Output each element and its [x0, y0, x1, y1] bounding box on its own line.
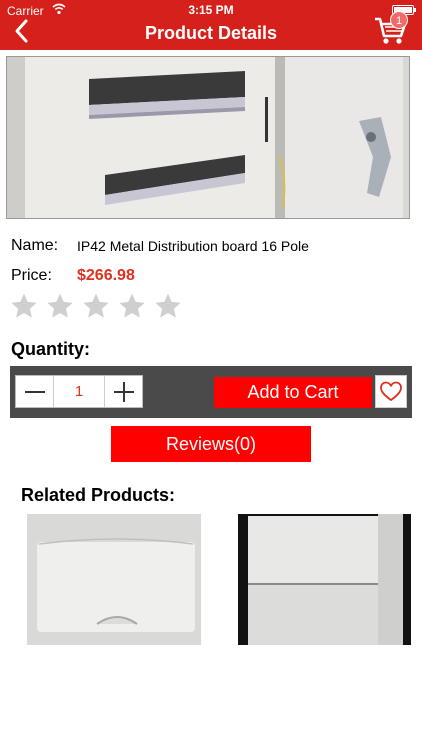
- quantity-label: Quantity:: [11, 339, 90, 359]
- page-title: Product Details: [144, 23, 278, 43]
- related-product-image[interactable]: [27, 514, 201, 645]
- product-price: $266.98: [77, 267, 135, 284]
- rating-stars: [10, 292, 182, 320]
- top-bar: Carrier 3:15 PM Product Details 1: [0, 0, 422, 50]
- price-label: Price:: [11, 267, 52, 284]
- purchase-bar: 1 Add to Cart: [10, 366, 412, 418]
- heart-icon: [380, 381, 402, 402]
- star-icon[interactable]: [10, 292, 38, 320]
- favorite-button[interactable]: [375, 375, 407, 408]
- product-image: [6, 56, 410, 219]
- quantity-stepper: 1: [15, 375, 143, 408]
- minus-icon[interactable]: [16, 376, 54, 407]
- reviews-button[interactable]: Reviews(0): [111, 426, 311, 462]
- star-icon[interactable]: [46, 292, 74, 320]
- star-icon[interactable]: [82, 292, 110, 320]
- related-product-image[interactable]: [238, 514, 411, 645]
- cart-count-badge: 1: [390, 11, 408, 29]
- status-bar: Carrier 3:15 PM: [0, 0, 422, 20]
- star-icon[interactable]: [118, 292, 146, 320]
- star-icon[interactable]: [154, 292, 182, 320]
- product-name: IP42 Metal Distribution board 16 Pole: [77, 238, 309, 254]
- related-products-title: Related Products:: [21, 485, 176, 505]
- status-time: 3:15 PM: [188, 3, 234, 17]
- quantity-value[interactable]: 1: [54, 376, 104, 407]
- name-label: Name:: [11, 237, 59, 254]
- plus-icon[interactable]: [104, 376, 142, 407]
- add-to-cart-button[interactable]: Add to Cart: [214, 377, 372, 408]
